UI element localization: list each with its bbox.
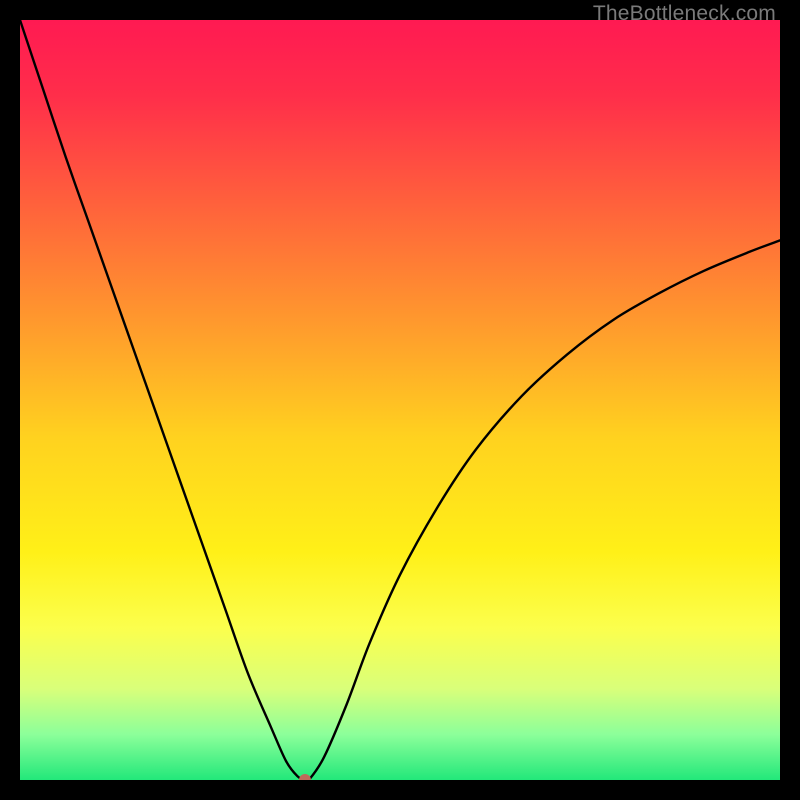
gradient-background: [20, 20, 780, 780]
bottleneck-chart: [20, 20, 780, 780]
watermark-text: TheBottleneck.com: [593, 2, 776, 26]
chart-frame: [20, 20, 780, 780]
